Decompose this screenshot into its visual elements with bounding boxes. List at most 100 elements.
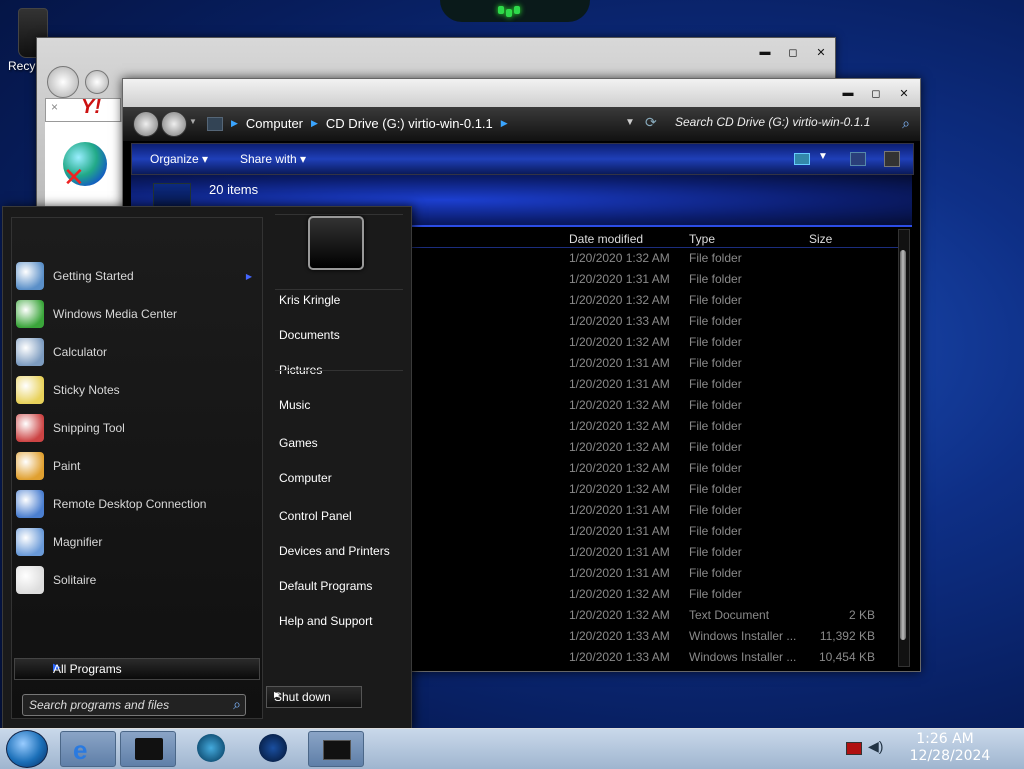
start-link-item[interactable]: Music bbox=[279, 398, 310, 412]
paint-icon bbox=[16, 452, 44, 480]
start-link-item[interactable]: Help and Support bbox=[279, 614, 372, 628]
row-date: 1/20/2020 1:32 AM bbox=[569, 398, 670, 412]
start-program-label: Snipping Tool bbox=[53, 421, 125, 435]
views-icon[interactable] bbox=[794, 153, 810, 165]
start-menu: Getting Started ▶ Windows Media Center Calc… bbox=[2, 206, 412, 730]
start-link-item[interactable]: Documents bbox=[279, 328, 340, 342]
minimize-button[interactable]: ▬ bbox=[842, 87, 854, 100]
preview-pane-icon[interactable] bbox=[850, 152, 866, 166]
start-program-label: Windows Media Center bbox=[53, 307, 178, 321]
all-programs-button[interactable]: ▶ All Programs bbox=[14, 658, 260, 680]
window-taskbar-button[interactable] bbox=[308, 731, 364, 767]
row-type: File folder bbox=[689, 335, 742, 349]
back-button[interactable] bbox=[133, 111, 159, 137]
row-date: 1/20/2020 1:32 AM bbox=[569, 608, 670, 622]
start-program-item[interactable]: Calculator bbox=[12, 334, 262, 370]
row-date: 1/20/2020 1:32 AM bbox=[569, 419, 670, 433]
globe-icon bbox=[259, 734, 287, 762]
led-icon bbox=[498, 6, 504, 14]
address-bar[interactable]: ▼ ▶ Computer ▶ CD Drive (G:) virtio-win-… bbox=[123, 107, 920, 141]
chevron-right-icon[interactable]: ▶ bbox=[501, 118, 508, 129]
row-date: 1/20/2020 1:31 AM bbox=[569, 545, 670, 559]
start-program-item[interactable]: Magnifier bbox=[12, 524, 262, 560]
explorer-taskbar-button[interactable] bbox=[120, 731, 176, 767]
start-link-item[interactable]: Default Programs bbox=[279, 579, 372, 593]
start-button[interactable] bbox=[6, 730, 48, 768]
recent-pages-icon[interactable]: ▼ bbox=[189, 117, 197, 126]
explorer-titlebar[interactable]: ▬ ◻ ✕ bbox=[123, 79, 920, 107]
clock-time[interactable]: 1:26 AM bbox=[905, 731, 985, 747]
forward-button[interactable] bbox=[85, 70, 109, 94]
minimize-button[interactable]: ▬ bbox=[759, 46, 771, 59]
submenu-arrow-icon[interactable]: ▶ bbox=[246, 272, 252, 281]
maximize-button[interactable]: ◻ bbox=[870, 87, 882, 100]
forward-button[interactable] bbox=[161, 111, 187, 137]
folder-icon bbox=[135, 738, 163, 760]
start-link-item[interactable]: Games bbox=[279, 436, 318, 450]
row-type: File folder bbox=[689, 545, 742, 559]
search-input[interactable]: Search CD Drive (G:) virtio-win-0.1.1 bbox=[675, 115, 911, 129]
close-button[interactable]: ✕ bbox=[898, 87, 910, 100]
column-date-modified[interactable]: Date modified bbox=[569, 232, 643, 246]
start-program-item[interactable]: Paint bbox=[12, 448, 262, 484]
row-type: File folder bbox=[689, 377, 742, 391]
start-link-item[interactable]: Control Panel bbox=[279, 509, 352, 523]
start-search-input[interactable]: Search programs and files ⌕ bbox=[22, 694, 246, 716]
start-program-item[interactable]: Solitaire bbox=[12, 562, 262, 598]
refresh-icon[interactable]: ⟳ bbox=[645, 114, 657, 131]
recycle-bin-label[interactable]: Recy bbox=[8, 59, 35, 73]
row-size: 2 KB bbox=[848, 608, 875, 622]
start-program-label: Sticky Notes bbox=[53, 383, 120, 397]
help-icon[interactable] bbox=[884, 151, 900, 167]
action-center-icon[interactable] bbox=[846, 742, 862, 755]
start-link-item[interactable]: Devices and Printers bbox=[279, 544, 390, 558]
row-type: File folder bbox=[689, 524, 742, 538]
ie-icon: e bbox=[73, 735, 88, 765]
row-date: 1/20/2020 1:31 AM bbox=[569, 272, 670, 286]
breadcrumb-item[interactable]: Computer bbox=[246, 116, 303, 131]
row-date: 1/20/2020 1:32 AM bbox=[569, 293, 670, 307]
search-icon[interactable]: ⌕ bbox=[902, 115, 910, 132]
start-program-item[interactable]: Snipping Tool bbox=[12, 410, 262, 446]
chevron-right-icon[interactable]: ▶ bbox=[231, 118, 238, 129]
ie-taskbar-button[interactable]: e bbox=[60, 731, 116, 767]
row-type: File folder bbox=[689, 272, 742, 286]
maximize-button[interactable]: ◻ bbox=[787, 46, 799, 59]
organize-button[interactable]: Organize ▾ bbox=[150, 152, 208, 166]
row-type: File folder bbox=[689, 398, 742, 412]
column-type[interactable]: Type bbox=[689, 232, 715, 246]
views-dropdown-icon[interactable]: ▼ bbox=[818, 151, 828, 162]
vertical-scrollbar[interactable] bbox=[898, 229, 910, 667]
media-player-icon bbox=[197, 734, 225, 762]
calculator-icon bbox=[16, 338, 44, 366]
start-link-item[interactable]: Computer bbox=[279, 471, 332, 485]
address-dropdown-icon[interactable]: ▼ bbox=[625, 117, 635, 128]
start-program-item[interactable]: Sticky Notes bbox=[12, 372, 262, 408]
row-type: File folder bbox=[689, 356, 742, 370]
globe-taskbar-button[interactable] bbox=[246, 731, 300, 765]
user-picture[interactable] bbox=[308, 216, 364, 270]
chevron-right-icon[interactable]: ▶ bbox=[311, 118, 318, 129]
back-button[interactable] bbox=[47, 66, 79, 98]
search-icon[interactable]: ⌕ bbox=[233, 696, 241, 713]
start-program-item[interactable]: Getting Started ▶ bbox=[12, 258, 262, 294]
row-type: File folder bbox=[689, 440, 742, 454]
column-size[interactable]: Size bbox=[809, 232, 832, 246]
breadcrumb[interactable]: ▶ Computer ▶ CD Drive (G:) virtio-win-0.… bbox=[207, 116, 508, 131]
breadcrumb-item[interactable]: CD Drive (G:) virtio-win-0.1.1 bbox=[326, 116, 493, 131]
shutdown-options-icon[interactable]: ▶ bbox=[274, 690, 353, 699]
close-button[interactable]: ✕ bbox=[815, 46, 827, 59]
start-link-item[interactable]: Kris Kringle bbox=[279, 293, 340, 307]
row-date: 1/20/2020 1:33 AM bbox=[569, 650, 670, 664]
start-program-item[interactable]: Windows Media Center bbox=[12, 296, 262, 332]
volume-icon[interactable]: ◀) bbox=[868, 738, 883, 755]
tab-close-icon[interactable]: × bbox=[51, 100, 58, 114]
share-with-button[interactable]: Share with ▾ bbox=[240, 152, 306, 166]
menu-separator bbox=[275, 370, 403, 371]
shutdown-button[interactable]: Shut down ▶ bbox=[266, 686, 362, 708]
sticky-notes-icon bbox=[16, 376, 44, 404]
start-program-item[interactable]: Remote Desktop Connection bbox=[12, 486, 262, 522]
scrollbar-thumb[interactable] bbox=[900, 250, 906, 640]
media-player-taskbar-button[interactable] bbox=[184, 731, 238, 765]
clock-date[interactable]: 12/28/2024 bbox=[895, 748, 1005, 764]
